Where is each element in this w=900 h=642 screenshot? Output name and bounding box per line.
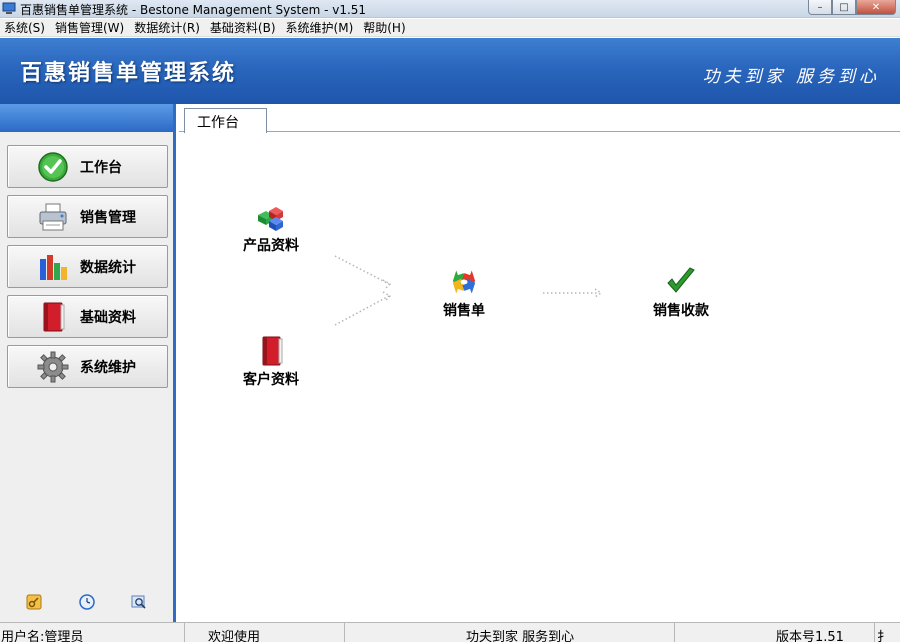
sidebar: 工作台 销售管理 数据统计 基础资料 系统维护 (0, 104, 176, 622)
connector-product-to-sales (334, 255, 390, 285)
key-icon[interactable] (26, 594, 42, 610)
menu-bar: 系统(S) 销售管理(W) 数据统计(R) 基础资料(B) 系统维护(M) 帮助… (0, 19, 900, 37)
minimize-button[interactable]: – (808, 0, 832, 15)
sidebar-item-statistics[interactable]: 数据统计 (7, 245, 168, 288)
status-slogan: 功夫到家 服务到心 (345, 623, 675, 642)
maximize-button[interactable]: □ (832, 0, 856, 15)
product-cubes-icon (254, 200, 288, 234)
sidebar-toolbar (0, 594, 176, 612)
sidebar-item-maintenance[interactable]: 系统维护 (7, 345, 168, 388)
book-icon (254, 334, 288, 368)
clock-icon[interactable] (79, 594, 95, 610)
connector-arrowhead (382, 279, 392, 290)
search-icon[interactable] (131, 594, 147, 610)
gear-icon (36, 350, 70, 384)
header-banner: 百惠销售单管理系统 功夫到家 服务到心 (0, 38, 900, 104)
flow-node-payment[interactable]: 销售收款 (636, 265, 726, 320)
connector-customer-to-sales (334, 295, 390, 326)
flow-node-label: 销售单 (443, 303, 485, 319)
main-panel: 工作台 产品资料 客户资料 销售单 销售收款 (179, 104, 900, 622)
close-button[interactable]: ✕ (856, 0, 896, 15)
status-bar: 用户名:管理员 欢迎使用 功夫到家 服务到心 版本号1.51 扌 (0, 622, 900, 642)
app-icon (2, 2, 16, 14)
sidebar-item-label: 销售管理 (80, 209, 136, 226)
menu-system[interactable]: 系统(S) (4, 19, 45, 36)
book-icon (36, 300, 70, 334)
printer-icon (36, 200, 70, 234)
title-bar: 百惠销售单管理系统 - Bestone Management System - … (0, 0, 900, 18)
sidebar-item-label: 系统维护 (80, 359, 136, 376)
status-extra: 扌 (877, 630, 891, 642)
status-version: 版本号1.51 (675, 623, 875, 642)
status-welcome: 欢迎使用 (185, 623, 345, 642)
status-user: 用户名:管理员 (0, 623, 185, 642)
flow-node-label: 产品资料 (243, 238, 299, 254)
flow-node-customer[interactable]: 客户资料 (226, 334, 316, 389)
sidebar-item-basic-data[interactable]: 基础资料 (7, 295, 168, 338)
check-circle-icon (36, 150, 70, 184)
flow-node-label: 销售收款 (653, 303, 709, 319)
window-title: 百惠销售单管理系统 - Bestone Management System - … (20, 3, 367, 17)
menu-sales[interactable]: 销售管理(W) (55, 19, 124, 36)
flow-node-product[interactable]: 产品资料 (226, 200, 316, 255)
bar-chart-icon (36, 250, 70, 284)
flow-node-label: 客户资料 (243, 372, 299, 388)
refresh-arrows-icon (447, 265, 481, 299)
sidebar-item-label: 工作台 (80, 159, 122, 176)
connector-arrowhead (382, 291, 392, 302)
sidebar-item-label: 基础资料 (80, 309, 136, 326)
banner-slogan: 功夫到家 服务到心 (702, 67, 880, 87)
sidebar-item-sales[interactable]: 销售管理 (7, 195, 168, 238)
menu-maintenance[interactable]: 系统维护(M) (286, 19, 354, 36)
app-title: 百惠销售单管理系统 (20, 61, 237, 86)
menu-statistics[interactable]: 数据统计(R) (134, 19, 200, 36)
checkmark-icon (664, 265, 698, 299)
menu-basic-data[interactable]: 基础资料(B) (210, 19, 276, 36)
menu-help[interactable]: 帮助(H) (363, 19, 405, 36)
sidebar-header (0, 104, 173, 132)
sidebar-item-workbench[interactable]: 工作台 (7, 145, 168, 188)
flow-node-sales-order[interactable]: 销售单 (419, 265, 509, 320)
sidebar-item-label: 数据统计 (80, 259, 136, 276)
